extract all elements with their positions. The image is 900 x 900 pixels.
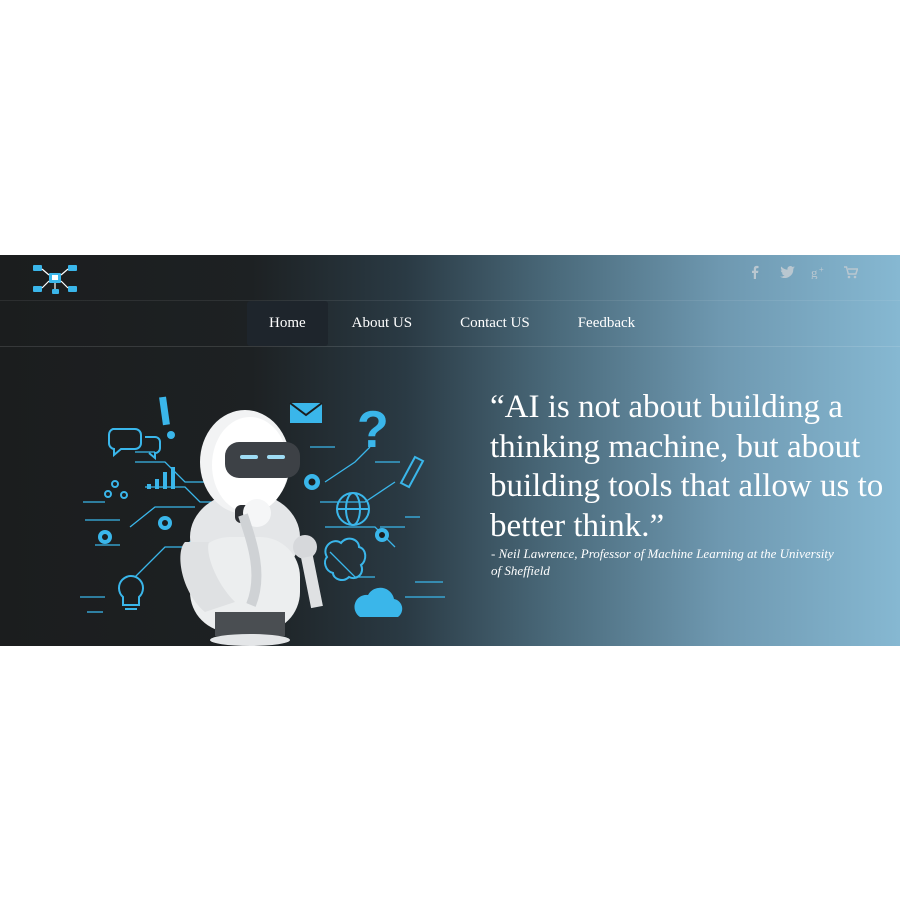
network-logo-icon[interactable] <box>30 261 80 297</box>
twitter-icon[interactable] <box>778 263 796 281</box>
hero-banner: g + Home About US Contact US Feedback ? … <box>0 255 900 646</box>
nav-item-home[interactable]: Home <box>247 301 328 346</box>
social-links: g + <box>746 263 860 281</box>
nav-item-feedback[interactable]: Feedback <box>554 301 659 346</box>
robot-thinking-illustration: ? <box>80 396 445 646</box>
google-plus-icon[interactable]: g + <box>810 263 828 281</box>
nav-item-contact-us[interactable]: Contact US <box>436 301 554 346</box>
main-nav: Home About US Contact US Feedback <box>247 301 659 346</box>
svg-text:+: + <box>819 265 824 274</box>
facebook-icon[interactable] <box>746 263 764 281</box>
quote-author: - Neil Lawrence, Professor of Machine Le… <box>491 546 834 578</box>
cart-icon[interactable] <box>842 263 860 281</box>
top-bar: g + <box>0 255 900 301</box>
nav-item-about-us[interactable]: About US <box>328 301 436 346</box>
svg-text:g: g <box>811 265 818 279</box>
nav-divider-bottom <box>0 346 900 347</box>
hero-quote: “AI is not about building a thinking mac… <box>490 389 884 544</box>
svg-text:?: ? <box>357 401 389 459</box>
